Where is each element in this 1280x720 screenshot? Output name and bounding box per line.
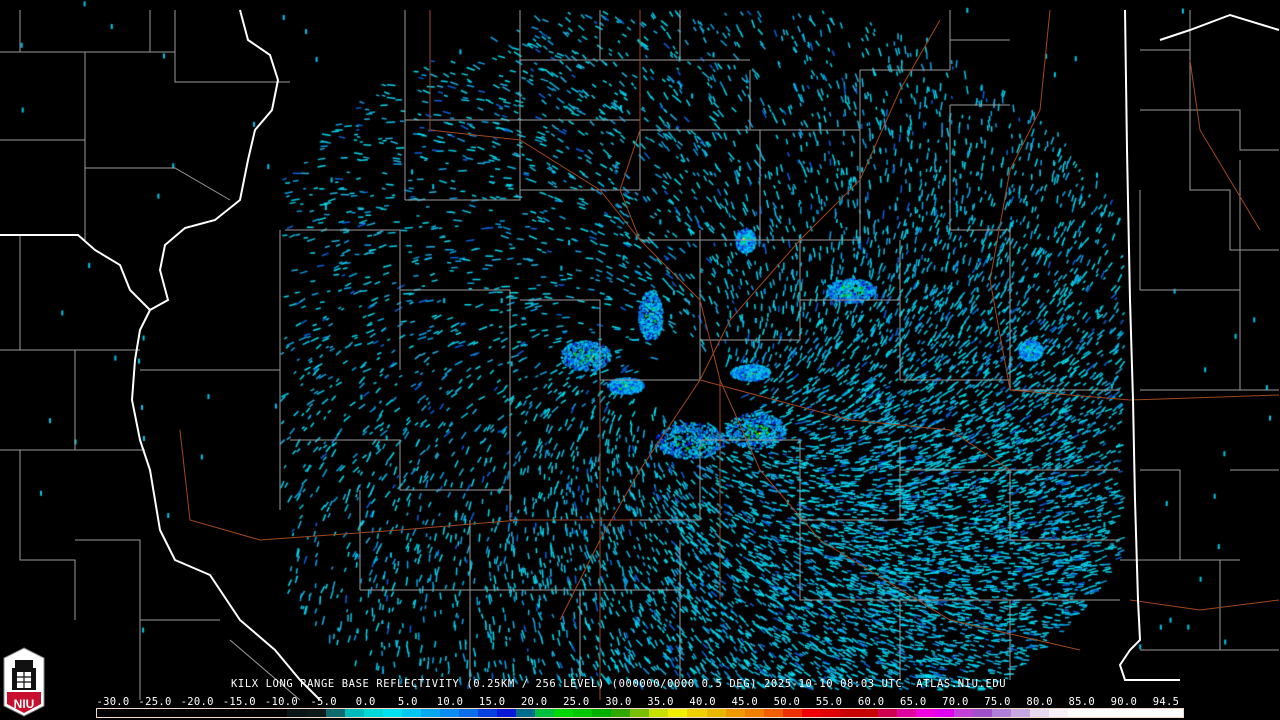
colorbar-swatch	[668, 709, 688, 717]
colorbar-label: 45.0	[731, 696, 759, 708]
colorbar-label: -25.0	[138, 696, 172, 708]
colorbar-label: 65.0	[900, 696, 927, 708]
colorbar-swatch	[954, 709, 974, 717]
colorbar-label: 10.0	[436, 696, 464, 708]
colorbar-swatch	[173, 709, 193, 717]
colorbar-label: 94.5	[1152, 696, 1180, 708]
colorbar-swatch	[611, 709, 631, 717]
colorbar-swatch	[858, 709, 878, 717]
colorbar-label: 55.0	[815, 696, 843, 708]
colorbar-swatch	[820, 709, 840, 717]
colorbar-label: -10.0	[264, 696, 299, 708]
colorbar-swatch	[687, 709, 707, 717]
colorbar-swatch	[630, 709, 650, 717]
colorbar-swatch	[344, 709, 364, 717]
colorbar-swatch	[877, 709, 897, 717]
colorbar-swatch	[535, 709, 555, 717]
colorbar-swatch	[211, 709, 231, 717]
colorbar-swatch	[458, 709, 478, 717]
colorbar-label: 35.0	[647, 696, 674, 708]
colorbar-swatch	[1144, 709, 1164, 717]
colorbar-swatch	[306, 709, 326, 717]
colorbar-label: 30.0	[605, 696, 632, 708]
colorbar-swatch	[839, 709, 859, 717]
colorbar-swatch	[1011, 709, 1031, 717]
colorbar-swatch	[230, 709, 250, 717]
colorbar-swatch	[401, 709, 421, 717]
niu-logo-icon: NIU	[3, 647, 45, 717]
colorbar-swatch	[554, 709, 574, 717]
colorbar-swatch	[439, 709, 459, 717]
colorbar-swatch	[268, 709, 288, 717]
colorbar-swatch	[496, 709, 517, 717]
colorbar-swatch	[801, 709, 821, 717]
colorbar-swatch	[1163, 709, 1183, 717]
colorbar-swatch	[744, 709, 764, 717]
colorbar-swatch	[1068, 709, 1088, 717]
colorbar-swatch	[763, 709, 783, 717]
colorbar-label: 85.0	[1068, 696, 1095, 708]
logo-text: NIU	[14, 697, 35, 711]
colorbar-label: -5.0	[310, 696, 337, 708]
colorbar	[96, 708, 1184, 718]
colorbar-swatch	[192, 709, 212, 717]
colorbar-swatch	[1049, 709, 1069, 717]
colorbar-swatch	[649, 709, 669, 717]
colorbar-swatch	[1030, 709, 1050, 717]
colorbar-swatch	[97, 709, 117, 717]
colorbar-swatch	[420, 709, 440, 717]
highways	[179, 9, 1280, 700]
colorbar-label: 15.0	[478, 696, 506, 708]
colorbar-label: 70.0	[942, 696, 969, 708]
colorbar-label: 25.0	[563, 696, 590, 708]
colorbar-swatch	[706, 709, 726, 717]
colorbar-label: 0.0	[355, 696, 376, 708]
colorbar-label: -20.0	[180, 696, 214, 708]
colorbar-swatch	[992, 709, 1012, 717]
colorbar-label: 60.0	[857, 696, 885, 708]
colorbar-swatch	[249, 709, 269, 717]
colorbar-swatch	[325, 709, 345, 717]
colorbar-swatch	[382, 709, 402, 717]
colorbar-swatch	[896, 709, 917, 717]
colorbar-swatch	[592, 709, 612, 717]
colorbar-swatch	[935, 709, 955, 717]
product-title: KILX LONG RANGE BASE REFLECTIVITY (0.25K…	[231, 678, 1007, 690]
colorbar-label: 40.0	[689, 696, 716, 708]
colorbar-swatch	[1087, 709, 1107, 717]
colorbar-swatch	[725, 709, 745, 717]
colorbar-label: 50.0	[773, 696, 801, 708]
colorbar-label: 20.0	[520, 696, 548, 708]
colorbar-swatch	[573, 709, 593, 717]
colorbar-swatch	[973, 709, 993, 717]
colorbar-label: -15.0	[222, 696, 256, 708]
colorbar-swatch	[516, 709, 536, 717]
colorbar-label: -30.0	[96, 696, 130, 708]
colorbar-swatch	[116, 709, 136, 717]
colorbar-swatch	[135, 709, 155, 717]
mississippi-river-border	[130, 9, 321, 701]
colorbar-swatch	[363, 709, 383, 717]
colorbar-label: 5.0	[397, 696, 418, 708]
colorbar-swatch	[477, 709, 497, 717]
map-boundaries	[0, 9, 1280, 701]
colorbar-swatch	[782, 709, 802, 717]
colorbar-swatch	[1106, 709, 1126, 717]
missouri-border	[0, 234, 151, 311]
colorbar-label: 75.0	[984, 696, 1011, 708]
colorbar-swatch	[287, 709, 307, 717]
colorbar-label: 90.0	[1110, 696, 1138, 708]
colorbar-label: 80.0	[1026, 696, 1053, 708]
colorbar-swatch	[916, 709, 936, 717]
colorbar-swatch	[154, 709, 174, 717]
colorbar-swatch	[1125, 709, 1145, 717]
